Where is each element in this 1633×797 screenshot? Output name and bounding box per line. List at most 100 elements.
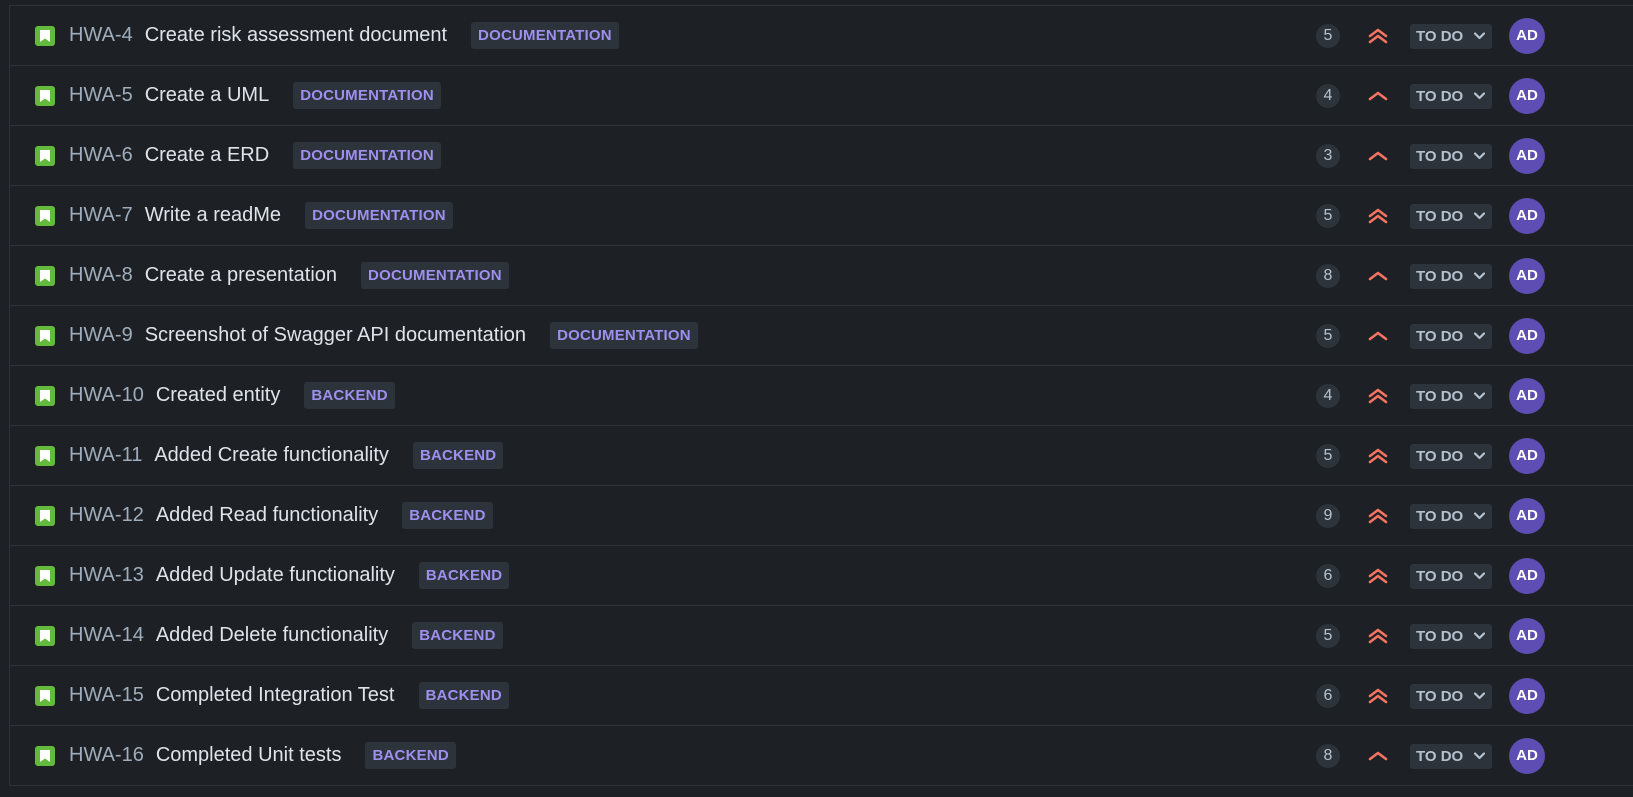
issue-summary[interactable]: Create a ERD [145,144,270,167]
story-points-badge[interactable]: 8 [1316,264,1340,288]
issue-row[interactable]: HWA-6 Create a ERD DOCUMENTATION 3 TO DO… [10,126,1633,186]
assignee-avatar[interactable]: AD [1509,78,1545,114]
assignee-avatar[interactable]: AD [1509,498,1545,534]
story-points-badge[interactable]: 5 [1316,324,1340,348]
issue-key[interactable]: HWA-6 [69,144,133,167]
assignee-avatar[interactable]: AD [1509,318,1545,354]
issue-summary[interactable]: Create a presentation [145,264,337,287]
status-dropdown[interactable]: TO DO [1410,564,1492,589]
issue-key[interactable]: HWA-7 [69,204,133,227]
issue-label[interactable]: DOCUMENTATION [471,22,619,49]
status-dropdown[interactable]: TO DO [1410,384,1492,409]
issue-label[interactable]: BACKEND [412,622,503,649]
issue-row[interactable]: HWA-13 Added Update functionality BACKEN… [10,546,1633,606]
story-points-badge[interactable]: 5 [1316,624,1340,648]
issue-key[interactable]: HWA-11 [69,444,142,467]
status-dropdown[interactable]: TO DO [1410,444,1492,469]
issue-summary[interactable]: Added Create functionality [154,444,389,467]
assignee-avatar[interactable]: AD [1509,678,1545,714]
assignee-avatar[interactable]: AD [1509,258,1545,294]
status-dropdown[interactable]: TO DO [1410,684,1492,709]
status-dropdown[interactable]: TO DO [1410,744,1492,769]
issue-key[interactable]: HWA-13 [69,564,144,587]
priority-high-icon [1366,684,1390,708]
issue-label[interactable]: DOCUMENTATION [361,262,509,289]
issue-label[interactable]: BACKEND [412,442,504,469]
issue-summary[interactable]: Added Read functionality [156,504,378,527]
status-dropdown[interactable]: TO DO [1410,264,1492,289]
issue-row[interactable]: HWA-10 Created entity BACKEND 4 TO DO AD [10,366,1633,426]
chevron-down-icon [1474,572,1485,580]
status-label: TO DO [1416,388,1464,405]
story-points-badge[interactable]: 5 [1316,24,1340,48]
status-label: TO DO [1416,148,1464,165]
issue-row[interactable]: HWA-15 Completed Integration Test BACKEN… [10,666,1633,726]
issue-label[interactable]: BACKEND [304,382,395,409]
issue-row[interactable]: HWA-14 Added Delete functionality BACKEN… [10,606,1633,666]
assignee-avatar[interactable]: AD [1509,738,1545,774]
issue-label[interactable]: DOCUMENTATION [293,82,441,109]
story-points-badge[interactable]: 6 [1316,564,1340,588]
chevron-down-icon [1474,632,1485,640]
issue-summary[interactable]: Completed Integration Test [156,684,395,707]
issue-row[interactable]: HWA-9 Screenshot of Swagger API document… [10,306,1633,366]
issue-key[interactable]: HWA-8 [69,264,133,287]
assignee-avatar[interactable]: AD [1509,18,1545,54]
issue-summary[interactable]: Write a readMe [145,204,281,227]
story-icon [35,386,55,406]
status-dropdown[interactable]: TO DO [1410,504,1492,529]
assignee-avatar[interactable]: AD [1509,558,1545,594]
issue-label[interactable]: DOCUMENTATION [305,202,453,229]
assignee-avatar[interactable]: AD [1509,378,1545,414]
status-dropdown[interactable]: TO DO [1410,144,1492,169]
story-points-badge[interactable]: 8 [1316,744,1340,768]
story-points-badge[interactable]: 5 [1316,444,1340,468]
issue-row[interactable]: HWA-7 Write a readMe DOCUMENTATION 5 TO … [10,186,1633,246]
issue-key[interactable]: HWA-16 [69,744,144,767]
issue-summary[interactable]: Added Delete functionality [156,624,388,647]
issue-key[interactable]: HWA-9 [69,324,133,347]
story-points-badge[interactable]: 3 [1316,144,1340,168]
status-dropdown[interactable]: TO DO [1410,84,1492,109]
story-points-badge[interactable]: 5 [1316,204,1340,228]
issue-row[interactable]: HWA-12 Added Read functionality BACKEND … [10,486,1633,546]
issue-key[interactable]: HWA-12 [69,504,144,527]
issue-key[interactable]: HWA-4 [69,24,133,47]
issue-row[interactable]: HWA-8 Create a presentation DOCUMENTATIO… [10,246,1633,306]
assignee-avatar[interactable]: AD [1509,438,1545,474]
issue-label[interactable]: BACKEND [418,682,509,709]
priority-medium-icon [1366,84,1390,108]
issue-label[interactable]: DOCUMENTATION [293,142,441,169]
assignee-avatar[interactable]: AD [1509,618,1545,654]
assignee-avatar[interactable]: AD [1509,138,1545,174]
story-points-badge[interactable]: 9 [1316,504,1340,528]
issue-key[interactable]: HWA-5 [69,84,133,107]
story-points-badge[interactable]: 4 [1316,384,1340,408]
issue-label[interactable]: BACKEND [418,562,510,589]
issue-key[interactable]: HWA-14 [69,624,144,647]
status-dropdown[interactable]: TO DO [1410,204,1492,229]
story-icon [35,746,55,766]
status-dropdown[interactable]: TO DO [1410,24,1492,49]
story-points-badge[interactable]: 6 [1316,684,1340,708]
issue-label[interactable]: DOCUMENTATION [550,322,698,349]
issue-summary[interactable]: Screenshot of Swagger API documentation [145,324,526,347]
story-icon [35,86,55,106]
assignee-avatar[interactable]: AD [1509,198,1545,234]
issue-row[interactable]: HWA-16 Completed Unit tests BACKEND 8 TO… [10,726,1633,786]
issue-summary[interactable]: Create risk assessment document [145,24,447,47]
issue-key[interactable]: HWA-15 [69,684,144,707]
story-points-badge[interactable]: 4 [1316,84,1340,108]
issue-summary[interactable]: Created entity [156,384,281,407]
issue-summary[interactable]: Create a UML [145,84,270,107]
issue-label[interactable]: BACKEND [365,742,456,769]
issue-key[interactable]: HWA-10 [69,384,144,407]
issue-label[interactable]: BACKEND [402,502,493,529]
status-dropdown[interactable]: TO DO [1410,624,1492,649]
issue-row[interactable]: HWA-11 Added Create functionality BACKEN… [10,426,1633,486]
status-dropdown[interactable]: TO DO [1410,324,1492,349]
issue-summary[interactable]: Completed Unit tests [156,744,342,767]
issue-row[interactable]: HWA-5 Create a UML DOCUMENTATION 4 TO DO… [10,66,1633,126]
issue-summary[interactable]: Added Update functionality [156,564,395,587]
issue-row[interactable]: HWA-4 Create risk assessment document DO… [10,6,1633,66]
